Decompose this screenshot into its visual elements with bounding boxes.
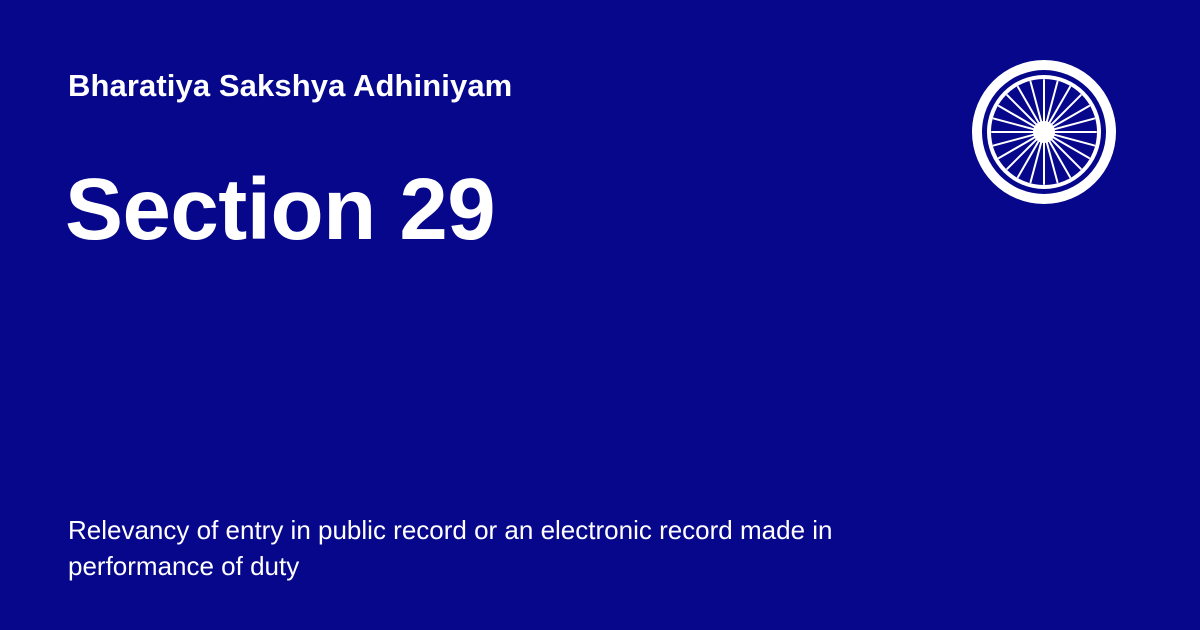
act-name: Bharatiya Sakshya Adhiniyam: [68, 68, 513, 103]
section-description: Relevancy of entry in public record or a…: [68, 515, 833, 581]
section-heading: Section 29: [65, 161, 496, 258]
ashoka-chakra-icon: [972, 60, 1116, 204]
social-preview-card: Bharatiya Sakshya Adhiniyam Section 29 R…: [0, 0, 1200, 630]
